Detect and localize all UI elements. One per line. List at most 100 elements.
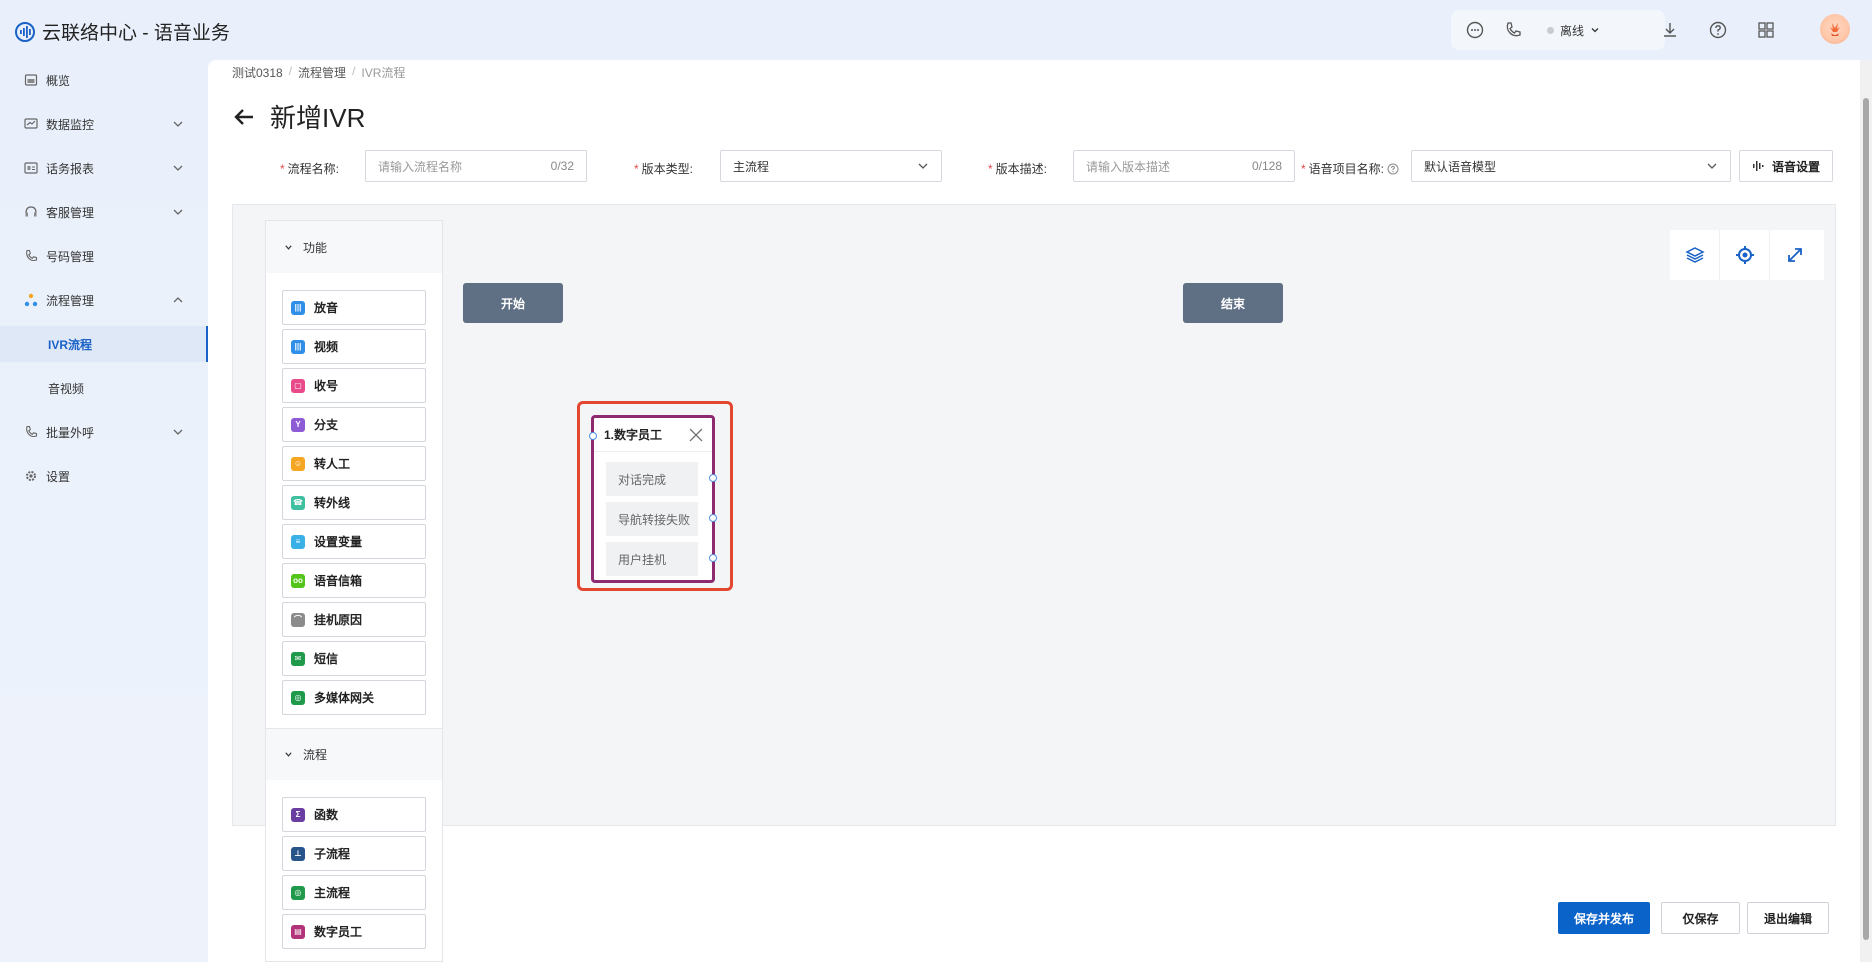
phone-icon[interactable]: [1503, 20, 1523, 40]
sidebar-item-agent-management[interactable]: 客服管理: [0, 194, 208, 230]
node-branch-option[interactable]: 对话完成: [606, 462, 698, 496]
canvas-toolbar: [1670, 230, 1824, 280]
sidebar-item-number-management[interactable]: 号码管理: [0, 238, 208, 274]
end-node[interactable]: 结束: [1183, 283, 1283, 323]
overview-icon: [24, 74, 38, 86]
palette-item-label: 主流程: [314, 886, 351, 900]
palette-item-multimedia-gateway[interactable]: ◎ 多媒体网关: [282, 680, 426, 715]
chevron-down-icon: [173, 429, 183, 435]
save-publish-button[interactable]: 保存并发布: [1558, 902, 1650, 934]
sidebar-item-overview[interactable]: 概览: [0, 62, 208, 98]
palette-item-main-flow[interactable]: ◎ 主流程: [282, 875, 426, 910]
status-label: 离线: [1560, 23, 1585, 38]
version-type-select[interactable]: 主流程: [720, 150, 942, 182]
palette-section-flows[interactable]: 流程: [266, 728, 442, 780]
sidebar-item-audio-video[interactable]: 音视频: [0, 370, 208, 406]
save-only-button[interactable]: 仅保存: [1661, 902, 1740, 934]
top-tools: 离线: [1451, 10, 1665, 50]
help-icon[interactable]: [1708, 20, 1728, 40]
hierarchy-icon: ⊥: [291, 846, 305, 861]
palette-item-transfer-agent[interactable]: ☺ 转人工: [282, 446, 426, 481]
palette-item-label: 挂机原因: [314, 613, 363, 627]
page-scrollbar[interactable]: [1860, 60, 1872, 962]
sidebar-item-label: 批量外呼: [46, 425, 95, 440]
sidebar-item-batch-outbound[interactable]: 批量外呼: [0, 414, 208, 450]
agent-status-dropdown[interactable]: 离线: [1547, 22, 1600, 39]
palette-item-video[interactable]: ||| 视频: [282, 329, 426, 364]
brand: 云联络中心 - 语音业务: [14, 18, 230, 45]
chat-icon[interactable]: [1465, 20, 1485, 40]
user-avatar[interactable]: [1820, 14, 1850, 44]
sidebar-item-label: IVR流程: [48, 337, 93, 352]
palette-item-function[interactable]: Σ 函数: [282, 797, 426, 832]
sidebar-item-ivr-flow[interactable]: IVR流程: [0, 326, 208, 362]
palette-item-digital-staff[interactable]: ▤ 数字员工: [282, 914, 426, 949]
sidebar-item-flow-management[interactable]: 流程管理: [0, 282, 208, 318]
voice-settings-button[interactable]: 语音设置: [1739, 150, 1833, 182]
flow-name-input[interactable]: 请输入流程名称 0/32: [365, 150, 587, 182]
output-port[interactable]: [709, 514, 717, 522]
locate-icon[interactable]: [1720, 230, 1770, 280]
sidebar-item-data-monitor[interactable]: 数据监控: [0, 106, 208, 142]
palette-item-set-variable[interactable]: ≡ 设置变量: [282, 524, 426, 559]
palette-item-voicemail[interactable]: oo 语音信箱: [282, 563, 426, 598]
output-port[interactable]: [709, 474, 717, 482]
download-icon[interactable]: [1660, 20, 1680, 40]
monitor-icon: [24, 118, 38, 129]
palette-item-play-audio[interactable]: ||| 放音: [282, 290, 426, 325]
outbound-call-icon: [26, 425, 38, 438]
layers-icon[interactable]: [1670, 230, 1720, 280]
version-desc-label: * 版本描述:: [988, 162, 1048, 176]
palette-item-subflow[interactable]: ⊥ 子流程: [282, 836, 426, 871]
breadcrumb-item[interactable]: 测试0318: [232, 64, 283, 81]
hangup-icon: ⌒: [291, 612, 305, 627]
top-bar: 云联络中心 - 语音业务 离线: [0, 0, 1872, 60]
breadcrumb-item[interactable]: 流程管理: [298, 64, 346, 81]
avatar-face-icon: [1830, 23, 1840, 36]
page-header: 新增IVR: [232, 98, 365, 135]
node-branch-option[interactable]: 用户挂机: [606, 542, 698, 576]
voicemail-icon: oo: [291, 573, 305, 588]
sidebar-item-label: 客服管理: [46, 205, 95, 220]
help-circle-icon[interactable]: [1387, 163, 1399, 175]
agent-icon: ☺: [291, 456, 305, 471]
chevron-up-icon: [173, 297, 183, 303]
close-icon[interactable]: [688, 427, 704, 443]
sidebar-item-label: 概览: [46, 73, 71, 88]
exit-edit-button[interactable]: 退出编辑: [1747, 902, 1829, 934]
palette-item-collect-digits[interactable]: ▢ 收号: [282, 368, 426, 403]
palette-item-hangup-reason[interactable]: ⌒ 挂机原因: [282, 602, 426, 637]
headset-icon: [25, 206, 37, 217]
fullscreen-icon[interactable]: [1770, 230, 1820, 280]
start-node[interactable]: 开始: [463, 283, 563, 323]
sidebar-item-traffic-report[interactable]: 话务报表: [0, 150, 208, 186]
palette-section-functions[interactable]: 功能: [266, 221, 442, 273]
chevron-down-icon: [285, 244, 292, 250]
gear-icon: [26, 471, 36, 481]
component-palette: 功能 ||| 放音 ||| 视频 ▢ 收号 Y 分支 ☺ 转人工 ☎ 转外线 ≡…: [265, 220, 443, 962]
palette-item-label: 分支: [314, 418, 339, 432]
digital-staff-icon: ▤: [291, 924, 305, 939]
apps-grid-icon[interactable]: [1756, 20, 1776, 40]
digital-staff-node[interactable]: 1.数字员工 对话完成 导航转接失败 用户挂机: [591, 415, 715, 583]
breadcrumb-separator: /: [352, 64, 356, 78]
palette-item-label: 转人工: [314, 457, 351, 471]
palette-item-branch[interactable]: Y 分支: [282, 407, 426, 442]
scrollbar-thumb[interactable]: [1863, 98, 1869, 940]
palette-item-sms[interactable]: ✉ 短信: [282, 641, 426, 676]
back-arrow-icon[interactable]: [232, 105, 256, 129]
flow-name-placeholder: 请输入流程名称: [378, 159, 463, 174]
chevron-down-icon: [285, 752, 292, 757]
sidebar-item-settings[interactable]: 设置: [0, 458, 208, 494]
input-port[interactable]: [589, 432, 597, 440]
output-port[interactable]: [709, 554, 717, 562]
sidebar-item-label: 流程管理: [46, 293, 95, 308]
palette-item-label: 设置变量: [314, 535, 363, 549]
version-desc-input[interactable]: 请输入版本描述 0/128: [1073, 150, 1295, 182]
palette-item-label: 多媒体网关: [314, 691, 375, 705]
page-title: 新增IVR: [270, 103, 366, 133]
voice-project-select[interactable]: 默认语音模型: [1411, 150, 1731, 182]
palette-item-transfer-external[interactable]: ☎ 转外线: [282, 485, 426, 520]
node-branch-option[interactable]: 导航转接失败: [606, 502, 698, 536]
version-type-value: 主流程: [733, 159, 770, 174]
